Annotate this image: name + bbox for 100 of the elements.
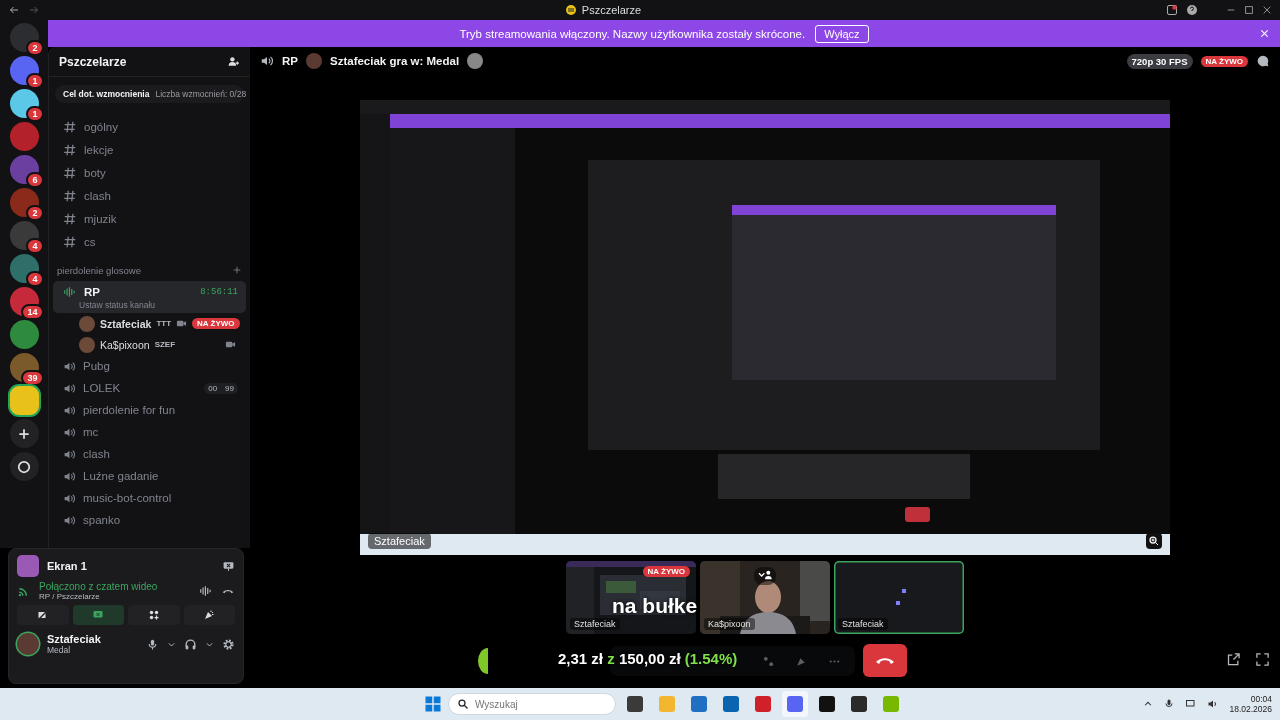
activity-title: Sztafeciak gra w: Medal <box>330 55 460 67</box>
zoom-button[interactable] <box>1146 533 1162 549</box>
camera-off-icon <box>36 609 49 621</box>
hash-icon <box>63 142 77 157</box>
back-arrow-icon <box>8 4 20 16</box>
headphones-icon <box>184 637 197 651</box>
text-channel[interactable]: mjuzik <box>53 207 246 230</box>
notification-badge: 2 <box>26 205 44 221</box>
video-tile[interactable]: Sztafeciak <box>834 561 964 634</box>
settings-icon <box>222 637 235 651</box>
live-badge: NA ŻYWO <box>192 318 240 329</box>
voice-channel[interactable]: Luźne gadanie <box>53 465 246 487</box>
stop-stream-icon <box>222 559 235 573</box>
donation-goal: 2,31 zł z 150,00 zł (1.54%) <box>558 650 738 667</box>
voice-channel[interactable]: pierdolenie for fun <box>53 399 246 421</box>
discover-button[interactable] <box>9 452 39 481</box>
search-icon <box>457 698 469 710</box>
chevron-up-icon <box>1143 699 1154 709</box>
fullscreen-icon <box>1255 652 1270 667</box>
notification-badge: 14 <box>21 304 44 320</box>
activity-text: Medal <box>47 645 72 655</box>
banner-text: Tryb streamowania włączony. Nazwy użytkownika zostały skrócone. <box>459 27 806 40</box>
zoom-icon <box>1148 535 1160 547</box>
disconnect-button[interactable] <box>863 644 907 677</box>
camera-icon <box>176 318 188 329</box>
bee-icon <box>564 4 577 16</box>
live-badge: NA ŻYWO <box>1200 55 1248 67</box>
text-channel[interactable]: clash <box>53 184 246 207</box>
screen-avatar <box>17 555 39 577</box>
activities-button[interactable] <box>128 605 180 625</box>
screen-share-button[interactable] <box>72 605 124 625</box>
username: Sztafeciak <box>47 633 102 645</box>
server-icon[interactable] <box>9 386 39 415</box>
server-icon[interactable] <box>9 122 39 151</box>
stream-title: Ekran 1 <box>47 560 88 572</box>
text-channel[interactable]: cs <box>53 230 246 253</box>
boost-bar[interactable]: Cel dot. wzmocnienia Liczba wzmocnień: 0/28 <box>55 85 244 103</box>
invite-icon <box>227 55 240 68</box>
notification-badge: 4 <box>26 238 44 254</box>
user-avatar[interactable] <box>17 633 39 655</box>
participant-name: Ka$pixoon <box>704 618 755 630</box>
voice-activity-icon <box>63 285 77 299</box>
voice-channel[interactable]: mc <box>53 421 246 443</box>
text-channel[interactable]: boty <box>53 161 246 184</box>
server-icon[interactable] <box>9 320 39 349</box>
plus-icon <box>17 426 31 441</box>
help-icon <box>1186 4 1198 16</box>
notification-badge: 39 <box>21 370 44 386</box>
voice-channel[interactable]: spanko <box>53 509 246 531</box>
search-field[interactable]: Wyszukaj <box>448 693 616 715</box>
live-badge: NA ŻYWO <box>642 566 690 577</box>
channel-location[interactable]: RP / Pszczelarze <box>39 592 191 601</box>
voice-member[interactable]: Ka$pixoon SZEF <box>53 334 246 355</box>
video-tile[interactable]: Ka$pixoon <box>700 561 830 634</box>
microphone-icon <box>146 637 159 651</box>
start-icon <box>424 695 442 713</box>
search-input[interactable]: Wyszukaj <box>475 698 607 710</box>
hash-icon <box>63 234 77 249</box>
text-channel[interactable]: ogólny <box>53 115 246 138</box>
connection-status: Połączono z czatem wideo <box>39 581 159 592</box>
camera-icon <box>225 339 236 350</box>
notification-badge: 1 <box>26 106 44 122</box>
channel-name: RP <box>282 55 298 67</box>
speaker-icon <box>260 54 274 68</box>
notification-badge: 6 <box>26 172 44 188</box>
text-channel[interactable]: lekcje <box>53 138 246 161</box>
stream-label: Sztafeciak <box>368 533 431 549</box>
add-server-button[interactable] <box>9 419 39 448</box>
hash-icon <box>63 188 77 203</box>
voice-channel[interactable]: clash <box>53 443 246 465</box>
category-label[interactable]: pierdolenie glosowe <box>57 264 141 276</box>
participant-name: Sztafeciak <box>838 618 888 630</box>
forward-arrow-icon <box>28 4 40 16</box>
network-icon <box>1185 698 1198 710</box>
notification-badge: 1 <box>26 73 44 89</box>
quality-badge: 720p 30 FPS <box>1126 53 1193 69</box>
hash-icon <box>63 211 77 226</box>
camera-off-button[interactable] <box>17 605 69 625</box>
plus-icon <box>232 265 242 275</box>
server-name[interactable]: Pszczelarze <box>59 54 127 69</box>
close-icon <box>1262 5 1272 15</box>
game-icon <box>467 53 484 69</box>
pop-out-icon <box>1226 652 1241 667</box>
window-title: Pszczelarze <box>581 4 642 16</box>
voice-activity-icon <box>199 584 213 598</box>
soundboard-button[interactable] <box>183 605 235 625</box>
voice-member[interactable]: Sztafeciak TTT NA ŻYWO <box>53 313 246 334</box>
disable-button[interactable]: Wyłącz <box>815 24 869 43</box>
clock[interactable]: 00:04 18.02.2026 <box>1229 693 1272 715</box>
close-icon <box>1259 28 1270 39</box>
voice-channel[interactable]: LOLEK 00 99 <box>53 377 246 399</box>
notification-badge: 4 <box>26 271 44 287</box>
voice-channel[interactable]: RP 8:56:11 Ustaw status kanału <box>53 281 246 313</box>
maximize-icon <box>1244 5 1254 15</box>
hash-icon <box>63 165 77 180</box>
screen-share-icon <box>92 609 105 621</box>
voice-channel[interactable]: Pubg <box>53 355 246 377</box>
hash-icon <box>63 119 77 134</box>
notification-badge: 2 <box>26 40 44 56</box>
voice-channel[interactable]: music-bot-control <box>53 487 246 509</box>
